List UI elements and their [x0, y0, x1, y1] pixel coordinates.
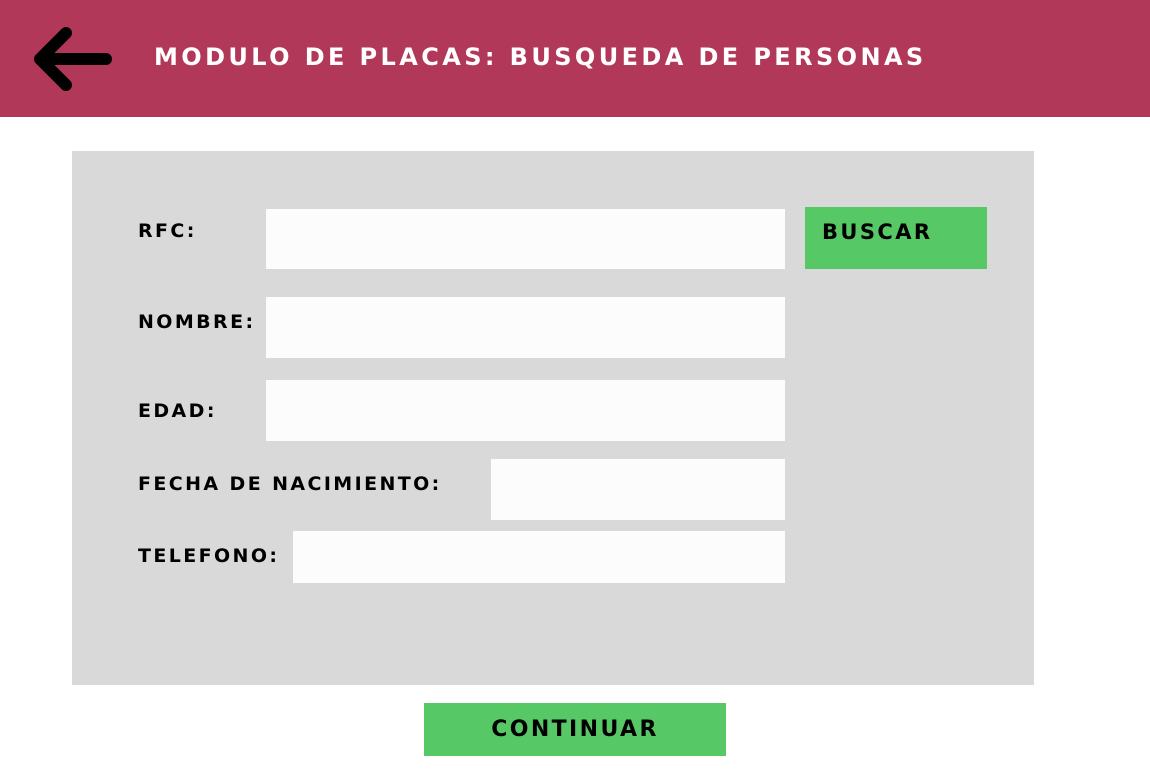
edad-label: EDAD:	[138, 400, 217, 422]
continue-button[interactable]: CONTINUAR	[424, 703, 726, 756]
rfc-label: RFC:	[138, 220, 197, 242]
arrow-left-icon	[34, 27, 112, 91]
back-button[interactable]	[26, 22, 120, 96]
telefono-input[interactable]	[293, 531, 785, 583]
search-button[interactable]: BUSCAR	[805, 207, 987, 269]
fecha-nacimiento-input[interactable]	[491, 459, 785, 520]
edad-input[interactable]	[266, 380, 785, 441]
app-header: MODULO DE PLACAS: BUSQUEDA DE PERSONAS	[0, 0, 1150, 117]
nombre-label: NOMBRE:	[138, 311, 256, 333]
search-form-panel: RFC: BUSCAR NOMBRE: EDAD: FECHA DE NACIM…	[72, 151, 1034, 685]
rfc-input[interactable]	[266, 209, 785, 269]
page-title: MODULO DE PLACAS: BUSQUEDA DE PERSONAS	[154, 43, 927, 71]
nombre-input[interactable]	[266, 297, 785, 358]
fecha-nacimiento-label: FECHA DE NACIMIENTO:	[138, 473, 442, 495]
telefono-label: TELEFONO:	[138, 545, 280, 567]
